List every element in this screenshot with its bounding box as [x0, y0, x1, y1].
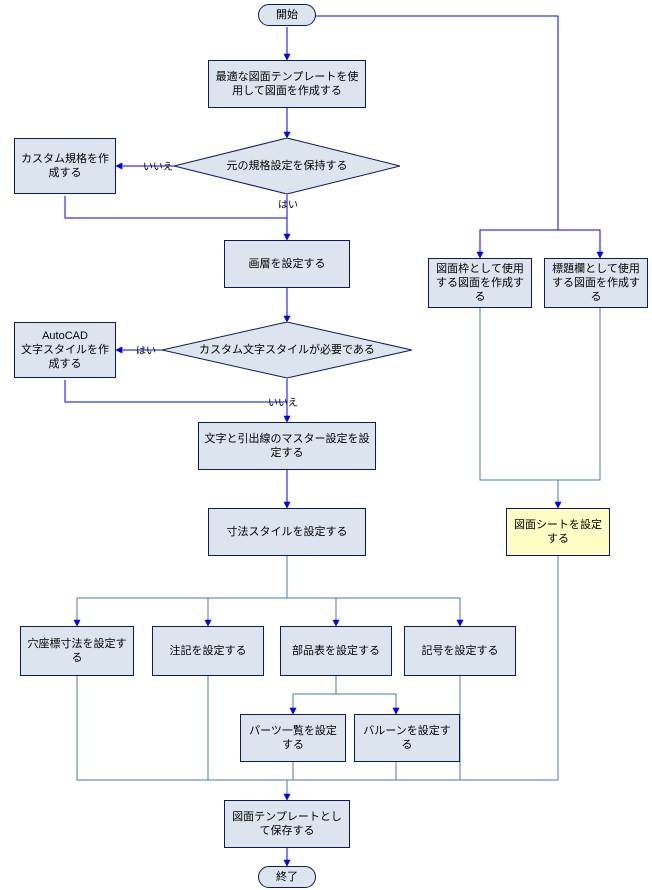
node-text-leader: 文字と引出線のマスター設定を設定する: [198, 422, 376, 470]
decision-custom-text: カスタム文字スタイルが必要である: [162, 322, 412, 378]
terminator-start-label: 開始: [276, 8, 298, 22]
node-save-template: 図面テンプレートとして保存する: [224, 800, 350, 848]
node-notes: 注記を設定する: [152, 626, 264, 676]
node-drawing-frame: 図面枠として使用する図面を作成する: [428, 258, 532, 308]
node-create-drawing: 最適な図面テンプレートを使用して図面を作成する: [208, 60, 366, 108]
flowchart-canvas: 開始 終了 最適な図面テンプレートを使用して図面を作成する 元の規格設定を保持す…: [0, 0, 652, 890]
node-parts-list-config: 部品表を設定する: [280, 626, 392, 676]
node-parts-list: パーツ一覧を設定する: [240, 714, 346, 762]
edge-label-no-1: いいえ: [143, 158, 173, 173]
edge-label-yes-1: はい: [278, 196, 298, 211]
node-symbols: 記号を設定する: [404, 626, 516, 676]
edge-label-yes-2: はい: [136, 342, 156, 357]
decision-keep-spec: 元の規格設定を保持する: [174, 138, 400, 194]
node-layers: 画層を設定する: [224, 240, 350, 288]
node-balloon: バルーンを設定する: [354, 714, 460, 762]
terminator-end: 終了: [258, 866, 316, 888]
node-autocad-text: AutoCAD 文字スタイルを作成する: [14, 322, 116, 378]
terminator-start: 開始: [258, 4, 316, 26]
node-sheet-config: 図面シートを設定する: [506, 508, 610, 556]
node-title-block: 標題欄として使用する図面を作成する: [544, 258, 648, 308]
node-custom-spec: カスタム規格を作成する: [14, 138, 116, 194]
node-dimension-style: 寸法スタイルを設定する: [208, 508, 366, 556]
terminator-end-label: 終了: [276, 870, 298, 884]
edge-label-no-2: いいえ: [268, 394, 298, 409]
node-hole-coord: 穴座標寸法を設定する: [20, 626, 134, 676]
